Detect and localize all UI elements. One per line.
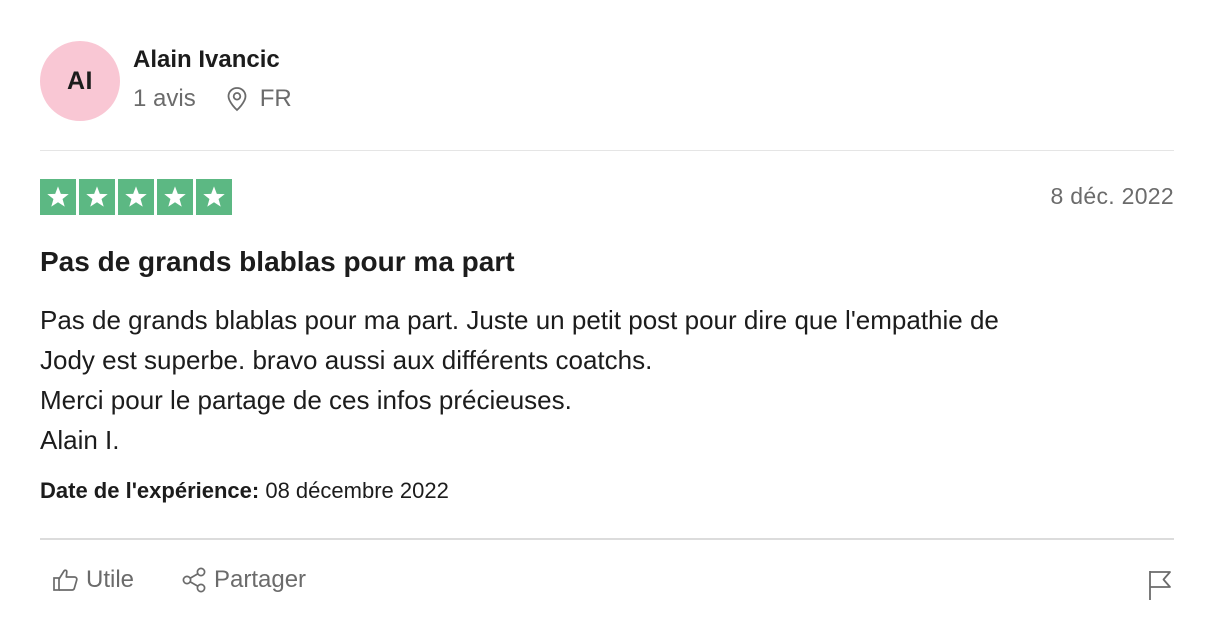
location-pin-icon bbox=[226, 85, 248, 113]
author-name[interactable]: Alain Ivancic bbox=[133, 46, 280, 74]
review-count: 1 avis bbox=[133, 85, 196, 112]
star-icon bbox=[40, 179, 76, 215]
thumbs-up-icon bbox=[52, 567, 86, 593]
avatar[interactable]: AI bbox=[40, 41, 120, 121]
experience-date-label: Date de l'expérience: bbox=[40, 478, 260, 503]
review-body-line: Pas de grands blablas pour ma part. Just… bbox=[40, 305, 999, 335]
experience-date-value: 08 décembre 2022 bbox=[265, 478, 449, 503]
useful-button[interactable]: Utile bbox=[52, 566, 134, 594]
report-flag-button[interactable] bbox=[1146, 568, 1174, 602]
share-icon bbox=[180, 566, 214, 594]
review-header: AI Alain Ivancic 1 avis FR bbox=[40, 41, 1174, 121]
footer-divider bbox=[40, 538, 1174, 540]
header-divider bbox=[40, 150, 1174, 151]
experience-date: Date de l'expérience: 08 décembre 2022 bbox=[40, 478, 449, 504]
star-rating bbox=[40, 179, 232, 215]
star-icon bbox=[196, 179, 232, 215]
star-icon bbox=[157, 179, 193, 215]
review-actions: Utile Partager bbox=[40, 566, 1174, 606]
review-title[interactable]: Pas de grands blablas pour ma part bbox=[40, 246, 515, 278]
flag-icon bbox=[1146, 568, 1174, 602]
review-body-line: Alain I. bbox=[40, 425, 120, 455]
useful-label: Utile bbox=[86, 566, 135, 593]
review-body-line: Merci pour le partage de ces infos préci… bbox=[40, 385, 572, 415]
star-icon bbox=[118, 179, 154, 215]
share-label: Partager bbox=[214, 566, 307, 593]
review-card: AI Alain Ivancic 1 avis FR 8 déc. 2022 P… bbox=[40, 0, 1174, 624]
review-date: 8 déc. 2022 bbox=[1050, 183, 1174, 209]
author-meta: 1 avis FR bbox=[133, 85, 292, 113]
review-body: Pas de grands blablas pour ma part. Just… bbox=[40, 300, 1174, 460]
country-code: FR bbox=[259, 85, 292, 112]
review-body-line: Jody est superbe. bravo aussi aux différ… bbox=[40, 345, 653, 375]
share-button[interactable]: Partager bbox=[180, 566, 306, 594]
star-icon bbox=[79, 179, 115, 215]
